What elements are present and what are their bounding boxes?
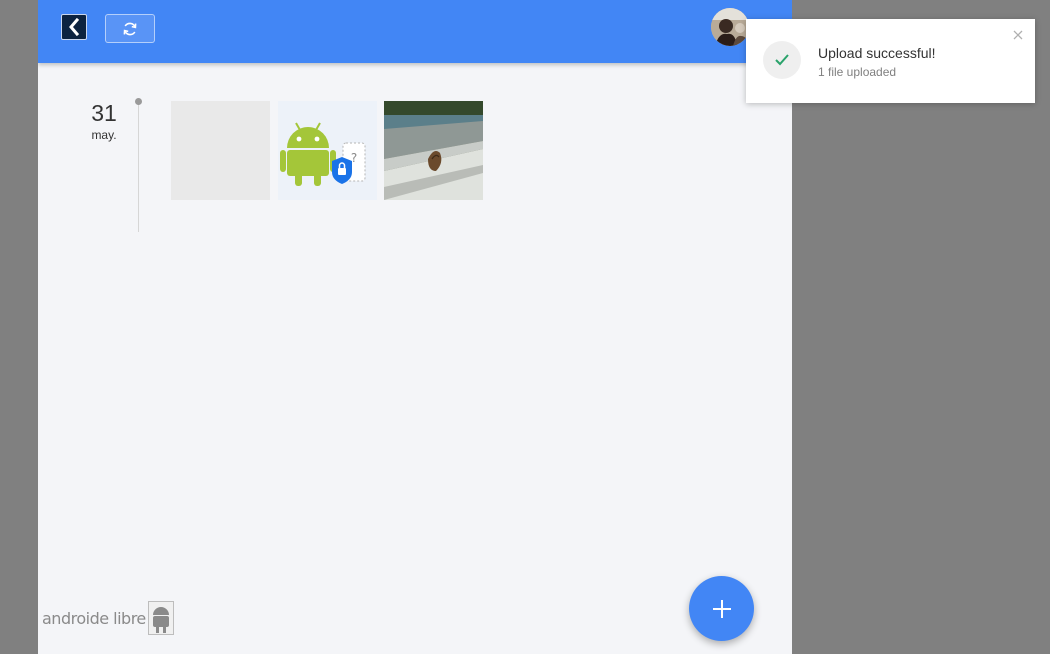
photo-thumbnail-android[interactable]: ? (278, 101, 377, 200)
timeline-day: 31 (91, 100, 117, 126)
watermark-text: androide libre (42, 608, 146, 628)
timeline-line (138, 104, 139, 232)
toast-title: Upload successful! (818, 45, 936, 61)
add-button[interactable] (689, 576, 754, 641)
top-bar (38, 0, 792, 63)
toast-close-button[interactable] (1012, 28, 1024, 40)
upload-toast: Upload successful! 1 file uploaded (746, 19, 1035, 103)
chevron-left-icon (69, 18, 80, 36)
photo-thumbnail-loading[interactable] (171, 101, 270, 200)
success-badge (763, 41, 801, 79)
photo-thumbnail-butterfly[interactable] (384, 101, 483, 200)
timeline-month: may. (91, 128, 117, 142)
refresh-button[interactable] (105, 14, 155, 43)
avatar-photo (711, 8, 749, 46)
butterfly-photo (384, 101, 483, 200)
toast-subtitle: 1 file uploaded (818, 65, 897, 79)
avatar[interactable] (711, 8, 749, 46)
android-mascot-icon (147, 601, 174, 635)
check-icon (775, 54, 789, 66)
refresh-icon (123, 22, 137, 35)
photos-app: 31 may. ? androide libre (38, 0, 792, 654)
android-icon: ? (278, 101, 377, 200)
close-icon (1013, 30, 1023, 40)
timeline-dot (135, 98, 142, 105)
plus-icon (712, 599, 731, 618)
watermark: androide libre (42, 600, 174, 636)
back-button[interactable] (61, 14, 87, 40)
